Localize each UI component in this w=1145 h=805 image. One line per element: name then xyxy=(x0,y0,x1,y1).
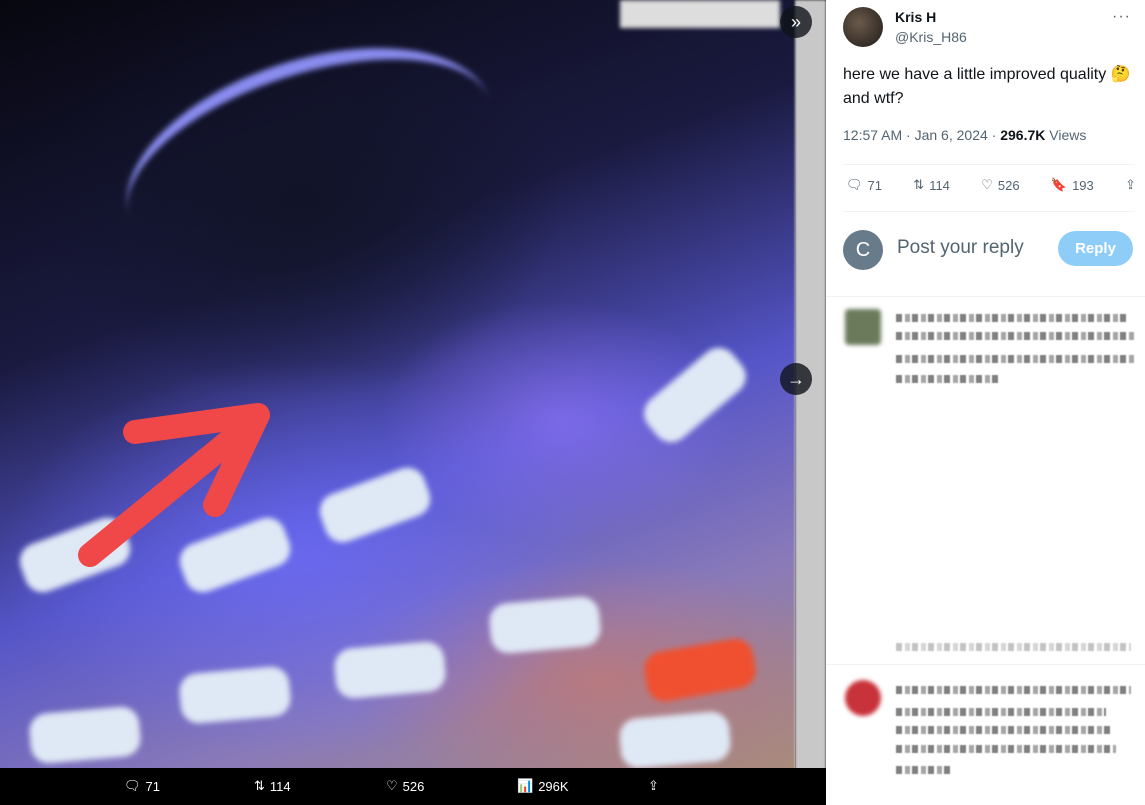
bookmark-button[interactable]: 🔖 193 xyxy=(1051,177,1094,193)
views-icon: 📊 xyxy=(517,778,534,793)
share-icon: ⇪ xyxy=(648,778,659,793)
more-options-icon[interactable]: ··· xyxy=(1112,8,1131,26)
share-button[interactable]: ⇪ xyxy=(1125,177,1136,193)
divider xyxy=(843,211,1135,212)
reply-button[interactable]: 🗨 71 xyxy=(846,177,882,193)
blurred-reply-text xyxy=(896,766,951,774)
blurred-reply-text xyxy=(896,686,1131,694)
blurred-reply-text xyxy=(896,332,1136,340)
reply-avatar-blurred xyxy=(845,680,881,716)
media-viewer: » → 🗨 71 ⇅ 114 ♡ 526 📊 296K ⇪ xyxy=(0,0,826,805)
blurred-reply-text xyxy=(896,314,1126,322)
bookmark-icon: 🔖 xyxy=(1050,177,1068,192)
arrow-right-icon: → xyxy=(787,368,805,389)
tweet-meta: 12:57 AM · Jan 6, 2024 · 296.7K Views xyxy=(843,127,1087,143)
reply-icon: 🗨 xyxy=(846,177,863,192)
blurred-reply-text xyxy=(896,726,1111,734)
author-handle[interactable]: @Kris_H86 xyxy=(895,29,967,45)
background-page-strip xyxy=(795,0,826,805)
thinking-emoji: 🤔 xyxy=(1110,66,1131,83)
next-media-button[interactable]: → xyxy=(780,363,812,395)
blurred-reply-text xyxy=(896,355,1134,363)
repost-button[interactable]: ⇅ 114 xyxy=(913,177,950,193)
tweet-panel: Kris H @Kris_H86 ··· here we have a litt… xyxy=(826,0,1145,805)
heart-icon: ♡ xyxy=(386,778,398,793)
blurred-reply-text xyxy=(896,745,1116,753)
divider xyxy=(826,664,1145,665)
media-share-button[interactable]: ⇪ xyxy=(648,778,659,794)
repost-icon: ⇅ xyxy=(254,778,265,793)
media-views-button[interactable]: 📊 296K xyxy=(517,778,569,794)
heart-icon: ♡ xyxy=(981,177,993,192)
divider xyxy=(843,164,1135,165)
media-action-bar: 🗨 71 ⇅ 114 ♡ 526 📊 296K ⇪ xyxy=(0,768,826,805)
like-button[interactable]: ♡ 526 xyxy=(981,177,1019,193)
user-avatar: C xyxy=(843,230,883,270)
divider xyxy=(826,296,1145,297)
tweet-actions: 🗨 71 ⇅ 114 ♡ 526 🔖 193 ⇪ xyxy=(846,177,1136,193)
tweet-text: here we have a little improved quality 🤔… xyxy=(843,66,1131,107)
reply-icon: 🗨 xyxy=(124,778,141,793)
blurred-reply-text xyxy=(896,708,1106,716)
author-avatar[interactable] xyxy=(843,7,883,47)
share-icon: ⇪ xyxy=(1125,177,1136,192)
media-repost-button[interactable]: ⇅ 114 xyxy=(254,778,291,794)
red-arrow-annotation xyxy=(78,403,270,567)
media-reply-button[interactable]: 🗨 71 xyxy=(124,778,160,794)
double-chevron-icon: » xyxy=(790,11,801,32)
author-name[interactable]: Kris H xyxy=(895,9,936,25)
media-like-button[interactable]: ♡ 526 xyxy=(386,778,424,794)
reply-input[interactable]: Post your reply xyxy=(897,237,1024,259)
repost-icon: ⇅ xyxy=(913,177,925,192)
reply-submit-button[interactable]: Reply xyxy=(1058,231,1133,266)
blurred-reply-text xyxy=(896,643,1131,651)
collapse-panel-button[interactable]: » xyxy=(780,6,812,38)
reply-avatar-blurred xyxy=(845,309,881,345)
video-frame[interactable] xyxy=(0,0,795,768)
blurred-reply-text xyxy=(896,375,1001,383)
